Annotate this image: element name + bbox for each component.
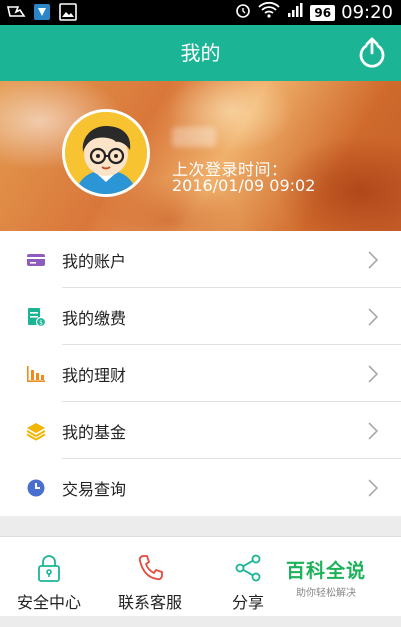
nav-customer-service[interactable]: 联系客服 xyxy=(98,537,202,617)
chevron-right-icon xyxy=(367,251,379,269)
nav-share[interactable]: 分享 xyxy=(202,537,294,617)
menu-item-funds[interactable]: 我的基金 xyxy=(0,402,401,459)
nav-label: 安全中心 xyxy=(16,593,81,612)
account-menu: 我的账户 $ 我的缴费 我的理财 我的基金 交易查询 xyxy=(0,231,401,516)
status-bar: 96 09:20 xyxy=(0,0,401,25)
chevron-right-icon xyxy=(367,365,379,383)
page-title: 我的 xyxy=(180,41,221,65)
menu-label: 交易查询 xyxy=(62,479,127,499)
nav-label: 联系客服 xyxy=(117,593,182,612)
clock-text: 09:20 xyxy=(341,2,393,23)
clock-icon xyxy=(26,478,46,498)
menu-item-account[interactable]: 我的账户 xyxy=(0,231,401,288)
username-blurred xyxy=(172,127,216,147)
image-icon xyxy=(58,3,78,21)
chevron-right-icon xyxy=(367,479,379,497)
last-login-time: 2016/01/09 09:02 xyxy=(172,176,316,195)
wifi-icon xyxy=(258,1,281,24)
signal-icon xyxy=(286,1,304,24)
notification-icon-2 xyxy=(32,3,52,21)
bar-chart-icon xyxy=(26,364,46,384)
lock-icon xyxy=(34,553,64,583)
stack-icon xyxy=(26,421,46,441)
cartoon-avatar-icon xyxy=(65,112,147,194)
notification-icon-1 xyxy=(6,3,26,21)
nav-security-center[interactable]: 安全中心 xyxy=(0,537,98,617)
card-icon xyxy=(26,250,46,270)
profile-header: 上次登录时间： 2016/01/09 09:02 xyxy=(0,81,401,231)
logout-button[interactable] xyxy=(357,37,387,69)
menu-item-wealth[interactable]: 我的理财 xyxy=(0,345,401,402)
svg-text:$: $ xyxy=(39,320,43,327)
alarm-icon xyxy=(234,1,252,24)
menu-label: 我的账户 xyxy=(62,251,127,271)
avatar[interactable] xyxy=(62,109,150,197)
menu-label: 我的缴费 xyxy=(62,308,127,328)
menu-label: 我的理财 xyxy=(62,365,127,385)
nav-label: 分享 xyxy=(231,593,264,612)
watermark-subtitle: 助你轻松解决 xyxy=(296,588,356,599)
watermark-logo: 百科全说 助你轻松解决 xyxy=(286,556,366,599)
chevron-right-icon xyxy=(367,422,379,440)
share-icon xyxy=(233,553,263,583)
phone-icon xyxy=(135,553,165,583)
system-bottom-bar xyxy=(0,616,401,627)
battery-indicator: 96 xyxy=(310,4,336,21)
app-bar: 我的 xyxy=(0,25,401,81)
menu-label: 我的基金 xyxy=(62,422,127,442)
menu-item-transactions[interactable]: 交易查询 xyxy=(0,459,401,516)
watermark-title: 百科全说 xyxy=(286,560,367,582)
bill-icon: $ xyxy=(26,307,47,328)
menu-item-payments[interactable]: $ 我的缴费 xyxy=(0,288,401,345)
power-icon xyxy=(359,37,385,68)
chevron-right-icon xyxy=(367,308,379,326)
